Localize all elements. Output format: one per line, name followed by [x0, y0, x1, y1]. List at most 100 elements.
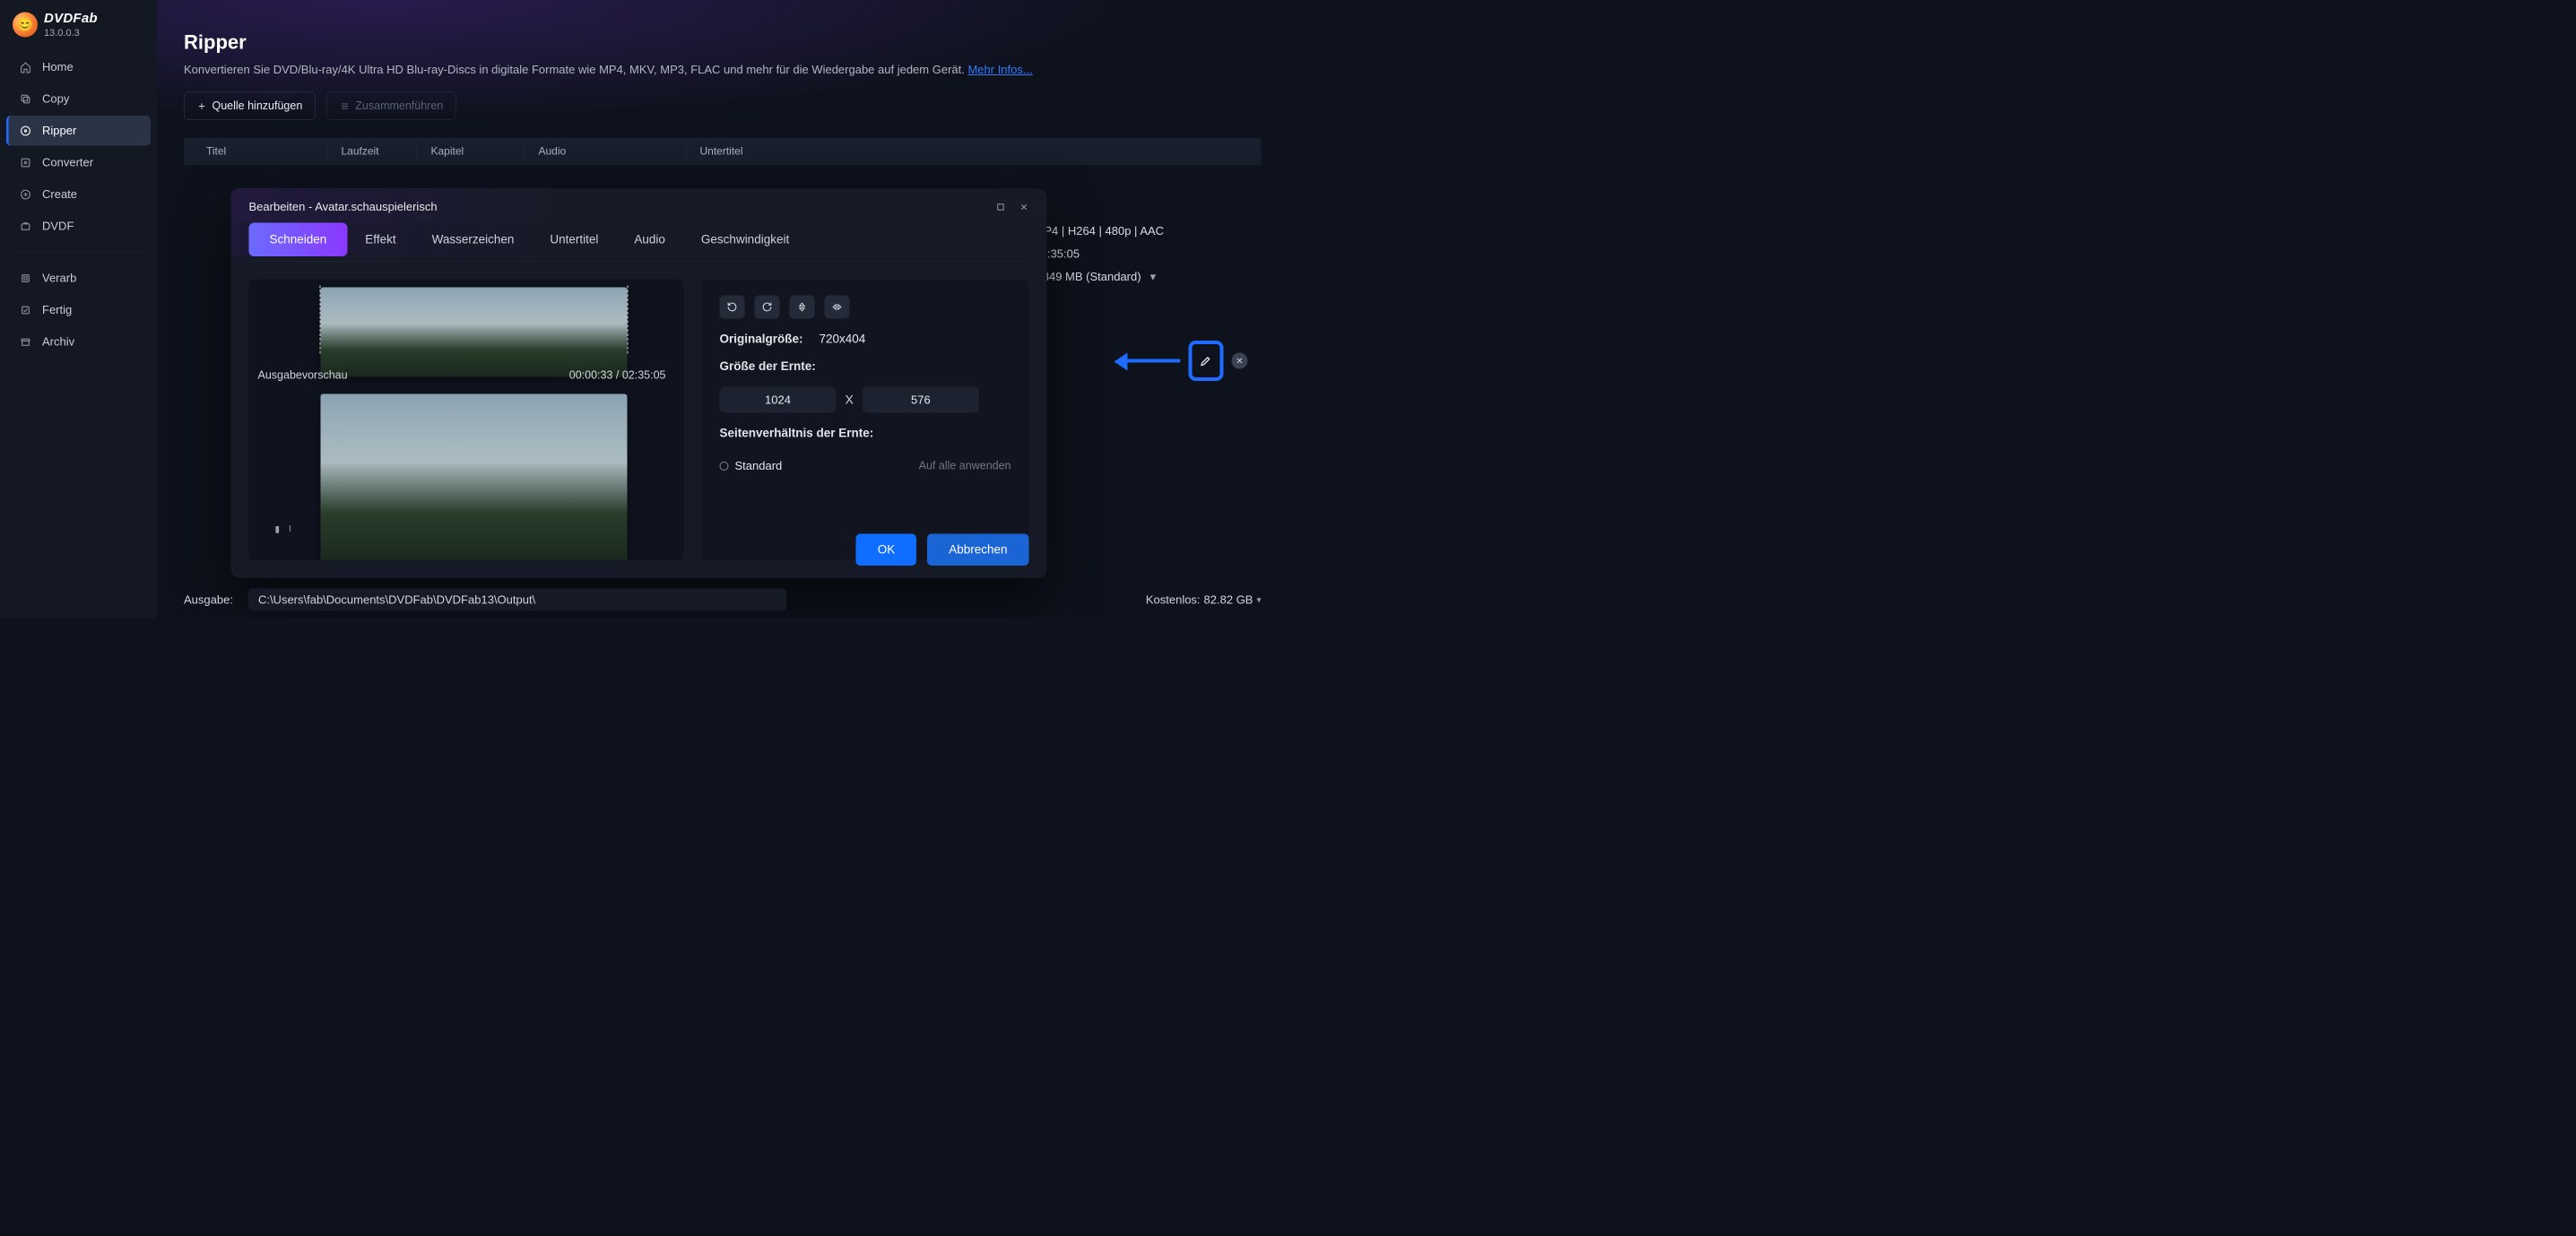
page-description: Konvertieren Sie DVD/Blu-ray/4K Ultra HD… [184, 63, 1262, 77]
delete-button[interactable]: ✕ [1232, 353, 1248, 369]
maximize-icon [996, 202, 1006, 212]
creator-icon [19, 187, 32, 201]
col-audio: Audio [525, 145, 686, 158]
merge-icon [339, 100, 350, 111]
copy-icon [19, 92, 32, 106]
sidebar-item-creator[interactable]: Create [6, 179, 151, 210]
chevron-down-icon: ▾ [1150, 270, 1157, 284]
sidebar-item-home[interactable]: Home [6, 52, 151, 82]
sidebar-item-label: Create [42, 187, 77, 202]
original-size-label: Originalgröße: [720, 333, 803, 347]
sidebar-item-label: DVDF [42, 220, 74, 234]
col-subtitle: Untertitel [686, 145, 1239, 158]
dialog-tabs: Schneiden Effekt Wasserzeichen Untertite… [231, 223, 1047, 257]
sidebar-nav: Home Copy Ripper Converter [0, 52, 157, 357]
brand-version: 13.0.0.3 [44, 27, 98, 39]
preview-label: Ausgabevorschau [258, 369, 348, 383]
sidebar-item-label: Fertig [42, 303, 72, 317]
sidebar-item-processing[interactable]: Verarb [6, 264, 151, 294]
dimension-x-separator: X [846, 393, 854, 407]
rotate-ccw-icon [726, 301, 738, 313]
meta-format: MP4 | H264 | 480p | AAC [1035, 224, 1165, 238]
radio-standard-label: Standard [735, 459, 783, 473]
ok-button[interactable]: OK [856, 534, 917, 566]
processing-icon [19, 272, 32, 285]
flip-horizontal-icon [831, 301, 843, 313]
tab-wasserzeichen[interactable]: Wasserzeichen [414, 223, 533, 257]
sidebar-separator [13, 252, 144, 253]
crop-aspect-label: Seitenverhältnis der Ernte: [720, 427, 1011, 441]
annotation-pointer: ✕ [1109, 341, 1248, 381]
sidebar-item-label: Ripper [42, 124, 76, 138]
sidebar-item-toolkit[interactable]: DVDF [6, 212, 151, 242]
radio-standard[interactable]: Standard [720, 459, 783, 473]
close-icon [1019, 202, 1029, 212]
crop-height-input[interactable] [863, 387, 979, 413]
tab-audio[interactable]: Audio [616, 223, 683, 257]
add-source-label: Quelle hinzufügen [212, 99, 303, 113]
page-title: Ripper [184, 31, 1262, 54]
brand-name: DVDFab [44, 11, 98, 26]
brand-logo-icon: 😊 [13, 13, 38, 38]
flip-horizontal-button[interactable] [825, 296, 850, 319]
pencil-icon [1200, 354, 1213, 367]
close-button[interactable] [1019, 202, 1029, 212]
rotate-cw-button[interactable] [755, 296, 780, 319]
rotate-ccw-button[interactable] [720, 296, 745, 319]
meta-size-dropdown[interactable]: 2849 MB (Standard) ▾ [1015, 270, 1262, 284]
tab-effekt[interactable]: Effekt [347, 223, 413, 257]
add-source-button[interactable]: Quelle hinzufügen [184, 92, 316, 121]
cancel-button[interactable]: Abbrechen [927, 534, 1028, 566]
sidebar-item-copy[interactable]: Copy [6, 84, 151, 115]
output-meta: MP4 | H264 | 480p | AAC 02:35:05 2849 MB… [1015, 224, 1262, 284]
col-runtime: Laufzeit [327, 145, 417, 158]
sidebar-item-finished[interactable]: Fertig [6, 295, 151, 325]
finished-icon [19, 303, 32, 316]
output-path-field[interactable]: C:\Users\fab\Documents\DVDFab\DVDFab13\O… [248, 589, 786, 611]
archive-icon [19, 335, 32, 349]
seek-bar[interactable]: ▮ I [275, 519, 356, 539]
tab-untertitel[interactable]: Untertitel [532, 223, 616, 257]
preview-thumb-output [321, 394, 628, 561]
ripper-icon [19, 124, 32, 137]
sidebar-item-label: Verarb [42, 272, 76, 286]
tab-geschwindigkeit[interactable]: Geschwindigkeit [683, 223, 807, 257]
chevron-down-icon[interactable]: ▾ [1256, 594, 1261, 606]
output-path-value: C:\Users\fab\Documents\DVDFab\DVDFab13\O… [258, 592, 535, 607]
free-space-label: Kostenlos: [1146, 592, 1201, 607]
flip-vertical-icon [796, 301, 808, 313]
dialog-title: Bearbeiten - Avatar.schauspielerisch [249, 200, 438, 214]
toolkit-icon [19, 220, 32, 233]
maximize-button[interactable] [996, 202, 1006, 212]
converter-icon [19, 156, 32, 169]
highlight-edit-button[interactable] [1189, 341, 1224, 381]
merge-button[interactable]: Zusammenführen [326, 92, 456, 121]
rotate-cw-icon [761, 301, 773, 313]
sidebar-item-label: Copy [42, 92, 69, 107]
sidebar-item-ripper[interactable]: Ripper [6, 116, 151, 146]
preview-thumb-source [321, 288, 628, 377]
more-info-link[interactable]: Mehr Infos... [967, 63, 1032, 76]
sidebar-item-label: Archiv [42, 335, 74, 350]
plus-icon [197, 101, 207, 111]
table-header: Titel Laufzeit Kapitel Audio Untertitel [184, 138, 1262, 165]
tab-schneiden[interactable]: Schneiden [249, 223, 348, 257]
sidebar-item-converter[interactable]: Converter [6, 148, 151, 178]
seek-marker-icon: I [289, 523, 291, 534]
home-icon [19, 60, 32, 73]
apply-all-link[interactable]: Auf alle anwenden [919, 460, 1011, 473]
flip-vertical-button[interactable] [790, 296, 815, 319]
crop-size-label: Größe der Ernte: [720, 359, 1011, 374]
output-label: Ausgabe: [184, 592, 233, 607]
free-space-value: 82.82 GB [1204, 592, 1253, 607]
original-size-value: 720x404 [820, 333, 866, 347]
crop-width-input[interactable] [720, 387, 837, 413]
preview-pane: + Ausgabevorschau 00:00:33 / 02:35:05 ▮ … [249, 280, 684, 561]
seek-prev-icon: ▮ [275, 523, 281, 535]
edit-dialog: Bearbeiten - Avatar.schauspielerisch Sch… [231, 188, 1047, 578]
crop-controls: Originalgröße: 720x404 Größe der Ernte: … [702, 280, 1029, 561]
col-title: Titel [206, 145, 327, 158]
meta-size: 2849 MB (Standard) [1036, 270, 1141, 284]
sidebar-item-archive[interactable]: Archiv [6, 327, 151, 358]
merge-label: Zusammenführen [355, 99, 443, 113]
